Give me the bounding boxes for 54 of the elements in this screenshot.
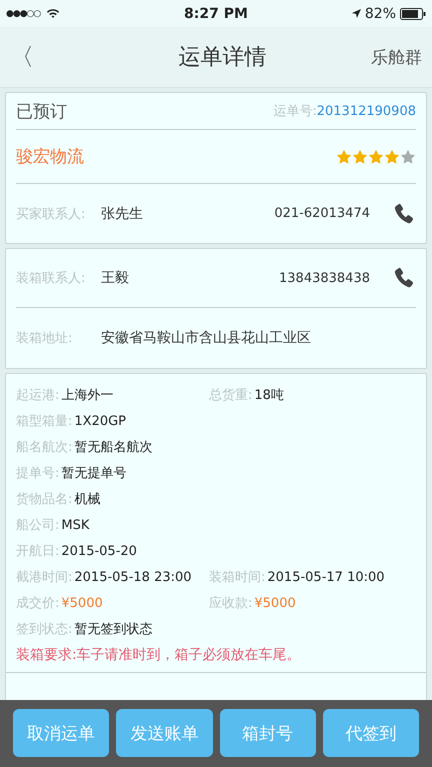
detail-label: 箱型箱量: <box>16 413 72 430</box>
location-arrow-icon <box>352 9 361 18</box>
detail-label: 截港时间: <box>16 569 72 586</box>
action-button[interactable]: 发送账单 <box>116 709 212 757</box>
buyer-contact-name: 张先生 <box>101 204 143 222</box>
detail-label: 货物品名: <box>16 491 72 508</box>
buyer-phone: 021-62013474 <box>274 206 370 221</box>
detail-value: MSK <box>61 518 90 532</box>
loading-address: 安徽省马鞍山市含山县花山工业区 <box>101 329 311 347</box>
detail-value: 上海外一 <box>61 387 114 404</box>
loading-address-label: 装箱地址: <box>16 330 74 347</box>
signal-strength: ●●●○○ <box>6 8 40 18</box>
phone-icon[interactable] <box>392 202 416 226</box>
page-title: 运单详情 <box>178 44 266 72</box>
detail-value: 2015-05-18 23:00 <box>74 570 192 584</box>
detail-label: 签到状态: <box>16 621 72 638</box>
detail-value: 2015-05-20 <box>61 544 137 558</box>
buyer-contact-label: 买家联系人: <box>16 206 86 222</box>
status-time: 8:27 PM <box>183 6 249 22</box>
detail-value: 暂无签到状态 <box>74 621 152 638</box>
detail-value: 机械 <box>74 491 100 508</box>
detail-value: 暂无船名航次 <box>74 439 152 456</box>
battery-percent: 82% <box>364 6 396 22</box>
detail-value: 2015-05-17 10:00 <box>267 570 385 584</box>
detail-label: 开航日: <box>16 543 60 560</box>
detail-label: 装箱时间: <box>209 569 266 586</box>
detail-label: 应收款: <box>209 595 252 612</box>
action-button[interactable]: 取消运单 <box>13 709 110 757</box>
action-button[interactable]: 箱封号 <box>220 709 316 757</box>
phone-icon[interactable] <box>392 266 416 290</box>
detail-label: 船名航次: <box>16 439 72 456</box>
company-name: 骏宏物流 <box>16 146 84 168</box>
order-status: 已预订 <box>16 100 67 122</box>
group-link[interactable]: 乐舱群 <box>371 46 422 68</box>
detail-value: 1X20GP <box>74 414 126 428</box>
wifi-icon <box>46 8 60 19</box>
detail-label: 成交价: <box>16 595 60 612</box>
back-button[interactable]: 〈 <box>10 41 34 73</box>
order-number: 201312190908 <box>316 104 416 119</box>
loading-contact-name: 王毅 <box>101 269 129 287</box>
loading-phone: 13843838438 <box>279 270 370 286</box>
detail-value: ¥5000 <box>61 596 103 610</box>
battery-icon <box>400 8 426 20</box>
loading-requirement: 装箱要求:车子请准时到，箱子必须放在车尾。 <box>16 646 302 665</box>
loading-contact-label: 装箱联系人: <box>16 270 86 287</box>
detail-value: ¥5000 <box>254 596 296 610</box>
detail-value: 暂无提单号 <box>61 465 126 482</box>
action-button[interactable]: 代签到 <box>322 709 419 757</box>
detail-value: 18吨 <box>254 387 284 404</box>
detail-label: 总货重: <box>209 387 252 404</box>
detail-label: 起运港: <box>16 387 60 404</box>
detail-label: 船公司: <box>16 517 60 534</box>
order-number-label: 运单号: <box>273 104 317 119</box>
detail-label: 提单号: <box>16 465 60 482</box>
